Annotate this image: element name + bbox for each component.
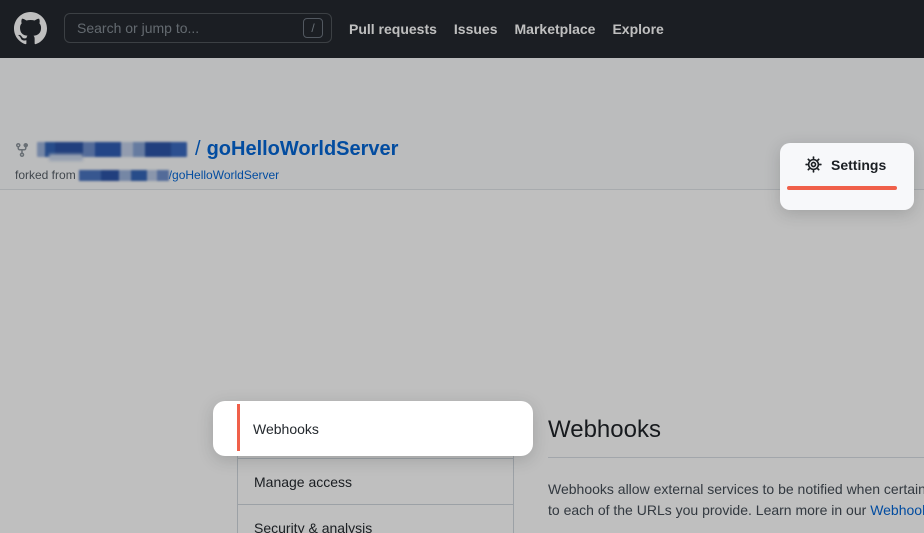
webhooks-menu-label: Webhooks [253, 421, 319, 437]
settings-tab-content: Settings [805, 156, 886, 173]
settings-tab-label: Settings [831, 157, 886, 173]
gear-icon [805, 156, 822, 173]
github-settings-page: Search or jump to... / Pull requests Iss… [0, 0, 924, 533]
active-tab-underline [787, 186, 897, 190]
active-item-indicator [237, 404, 240, 451]
settings-tab-spotlight[interactable]: Settings [780, 143, 914, 210]
menu-item-webhooks-spotlight[interactable]: Webhooks [213, 401, 533, 456]
